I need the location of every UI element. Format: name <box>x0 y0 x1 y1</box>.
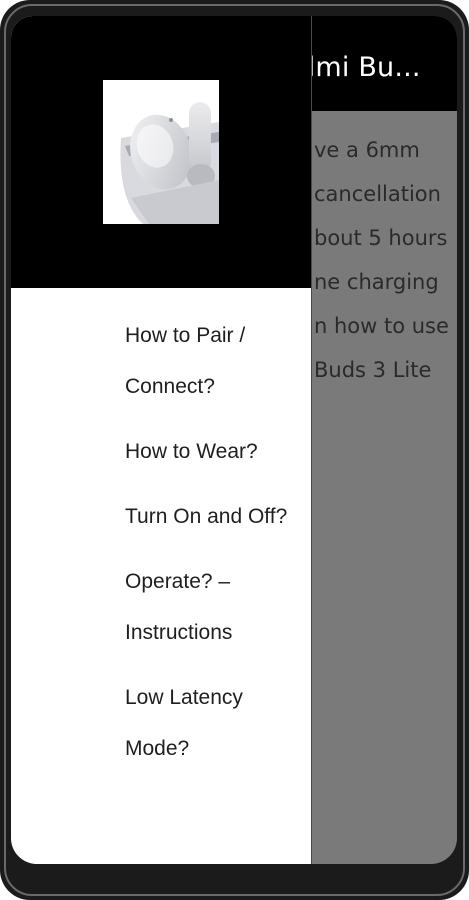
content-line: Buds 3 Lite <box>314 358 432 382</box>
earbuds-case-image <box>103 80 219 224</box>
drawer-header <box>11 16 311 288</box>
phone-frame: dmi Bu... ve a 6mm cancellation bout 5 h… <box>0 0 469 900</box>
content-line: cancellation <box>314 182 441 206</box>
content-line: n how to use <box>314 314 449 338</box>
menu-item-turn-on-off[interactable]: Turn On and Off? <box>125 491 305 542</box>
menu-item-low-latency[interactable]: Low Latency Mode? <box>125 672 305 774</box>
content-line: ve a 6mm <box>314 138 420 162</box>
app-bar-title: dmi Bu... <box>298 52 421 83</box>
screen: dmi Bu... ve a 6mm cancellation bout 5 h… <box>11 16 457 864</box>
menu-item-operate-instructions[interactable]: Operate? – Instructions <box>125 556 305 658</box>
content-line: bout 5 hours <box>314 226 448 250</box>
menu-item-pair-connect[interactable]: How to Pair / Connect? <box>125 310 305 412</box>
menu-item-wear[interactable]: How to Wear? <box>125 426 305 477</box>
content-line: ne charging <box>314 270 439 294</box>
navigation-drawer: How to Pair / Connect? How to Wear? Turn… <box>11 16 311 864</box>
background-content[interactable]: ve a 6mm cancellation bout 5 hours ne ch… <box>314 128 449 392</box>
drawer-menu: How to Pair / Connect? How to Wear? Turn… <box>125 310 305 788</box>
drawer-edge <box>311 16 312 864</box>
